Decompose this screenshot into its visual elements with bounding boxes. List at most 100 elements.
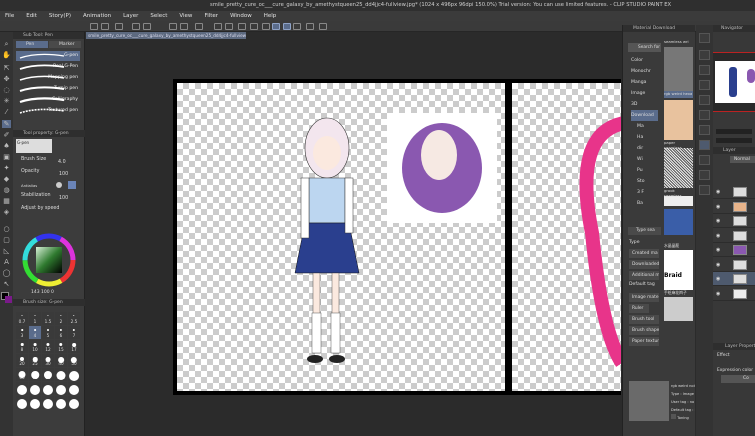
material-tree-item[interactable]: Color bbox=[631, 55, 658, 66]
brush-turnip-pen[interactable]: Turnip pen bbox=[16, 84, 80, 94]
color-wheel[interactable] bbox=[21, 232, 77, 288]
eye-icon[interactable]: ◉ bbox=[716, 291, 720, 297]
brush-size-option[interactable]: 70 bbox=[29, 368, 41, 381]
brush-size-option[interactable]: 0.7 bbox=[16, 312, 28, 325]
layer-row[interactable]: ◉ bbox=[713, 214, 755, 228]
tag-image-material[interactable]: Image mate bbox=[629, 293, 659, 302]
type-created[interactable]: Created ma bbox=[629, 249, 659, 258]
tag-brush-shape[interactable]: Brush shape bbox=[629, 326, 659, 335]
balloon-tool-icon[interactable]: ◯ bbox=[2, 269, 11, 277]
menu-help[interactable]: Help bbox=[264, 13, 277, 19]
eraser-tool-icon[interactable]: ◆ bbox=[2, 175, 11, 183]
fill-icon[interactable] bbox=[214, 23, 222, 30]
brush-size-value[interactable]: 4.0 bbox=[58, 160, 66, 165]
menu-view[interactable]: View bbox=[179, 13, 192, 19]
layer-row[interactable]: ◉ bbox=[713, 258, 755, 272]
brush-size-option[interactable]: 2.5 bbox=[68, 312, 80, 325]
transform-icon[interactable] bbox=[225, 23, 233, 30]
brush-size-option[interactable]: 20 bbox=[16, 354, 28, 367]
menu-select[interactable]: Select bbox=[150, 13, 167, 19]
material-tree-item[interactable]: Download bbox=[631, 110, 658, 121]
material-tree-item[interactable]: Sto bbox=[631, 176, 658, 187]
folder-icon[interactable] bbox=[699, 95, 710, 105]
material-thumb[interactable] bbox=[664, 209, 693, 235]
eyedropper-icon[interactable]: ⁄ bbox=[2, 108, 11, 116]
material-thumb[interactable] bbox=[664, 100, 693, 140]
menu-story[interactable]: Story(P) bbox=[49, 13, 71, 19]
navigator-preview[interactable] bbox=[713, 52, 755, 112]
menu-file[interactable]: File bbox=[5, 13, 14, 19]
eye-icon[interactable]: ◉ bbox=[716, 189, 720, 195]
figure-tool-icon[interactable]: ○ bbox=[2, 225, 11, 233]
snap-ruler-icon[interactable] bbox=[272, 23, 280, 30]
fill-tool-icon[interactable]: ▦ bbox=[2, 197, 11, 205]
layer-row[interactable]: ◉ bbox=[713, 272, 755, 286]
tag-brush-tool[interactable]: Brush tool bbox=[629, 315, 659, 324]
redo-icon[interactable] bbox=[180, 23, 188, 30]
tag-ruler[interactable]: Ruler bbox=[629, 304, 649, 313]
ruler-tool-icon[interactable]: ◺ bbox=[2, 247, 11, 255]
menu-filter[interactable]: Filter bbox=[204, 13, 218, 19]
sub-color-swatch[interactable] bbox=[5, 296, 12, 303]
brush-size-option[interactable]: 40 bbox=[55, 354, 67, 367]
brush-tool-icon[interactable]: ♠ bbox=[2, 142, 11, 150]
tab-pen[interactable]: Pen bbox=[16, 41, 48, 48]
pencil-tool-icon[interactable]: ✐ bbox=[2, 131, 11, 139]
eye-icon[interactable]: ◉ bbox=[716, 247, 720, 253]
canvas-page[interactable] bbox=[173, 79, 509, 395]
material-tree-item[interactable]: Pu bbox=[631, 165, 658, 176]
material-icon[interactable] bbox=[699, 65, 710, 75]
brush-size-option[interactable]: 7 bbox=[68, 326, 80, 339]
brush-size-option[interactable]: 120 bbox=[68, 368, 80, 381]
image-icon[interactable] bbox=[699, 110, 710, 120]
brush-mapping-pen[interactable]: Mapping pen bbox=[16, 73, 80, 83]
eye-icon[interactable]: ◉ bbox=[716, 276, 720, 282]
eye-icon[interactable]: ◉ bbox=[716, 262, 720, 268]
brush-size-option[interactable]: 80 bbox=[42, 368, 54, 381]
brush-size-option[interactable]: 50 bbox=[68, 354, 80, 367]
settings-icon[interactable] bbox=[195, 23, 203, 30]
document-tab[interactable]: smile_pretty_cure_oc___cure_galaxy_by_am… bbox=[86, 32, 246, 39]
brush-size-option[interactable]: 800 bbox=[68, 396, 80, 409]
correct-line-icon[interactable]: ↖ bbox=[2, 280, 11, 288]
material-tree-item[interactable]: Monochr bbox=[631, 66, 658, 77]
help-icon[interactable] bbox=[319, 23, 327, 30]
material-search-button[interactable]: Search for m bbox=[628, 43, 661, 52]
brush-size-option[interactable]: 150 bbox=[16, 382, 28, 395]
menu-icon[interactable] bbox=[90, 23, 98, 30]
canvas-page-2[interactable] bbox=[508, 79, 621, 395]
brush-size-option[interactable]: 700 bbox=[55, 396, 67, 409]
clear-icon[interactable] bbox=[238, 23, 246, 30]
brush-size-option[interactable]: 12 bbox=[42, 340, 54, 353]
type-additional[interactable]: Additional m bbox=[629, 271, 659, 280]
magic-wand-icon[interactable]: ✳ bbox=[2, 97, 11, 105]
brush-size-option[interactable]: 8 bbox=[16, 340, 28, 353]
material-tree-item[interactable]: Ma bbox=[631, 121, 658, 132]
brush-size-option[interactable]: 15 bbox=[55, 340, 67, 353]
type-downloaded[interactable]: Downloaded bbox=[629, 260, 659, 269]
brush-size-option[interactable]: 200 bbox=[42, 382, 54, 395]
zoom-tool-icon[interactable]: ⌕ bbox=[2, 40, 11, 48]
menu-layer[interactable]: Layer bbox=[123, 13, 138, 19]
tablet-icon[interactable] bbox=[306, 23, 314, 30]
folder-icon[interactable] bbox=[699, 155, 710, 165]
material-thumb[interactable]: Braid bbox=[664, 250, 693, 290]
export-icon[interactable] bbox=[143, 23, 151, 30]
rotate-slider[interactable] bbox=[716, 138, 752, 143]
material-icon[interactable] bbox=[699, 50, 710, 60]
folder-icon[interactable] bbox=[699, 170, 710, 180]
brush-size-option[interactable]: 30 bbox=[42, 354, 54, 367]
brush-size-option[interactable]: 170 bbox=[29, 382, 41, 395]
brush-size-option[interactable]: 6 bbox=[55, 326, 67, 339]
material-tree-item[interactable]: Manga bbox=[631, 77, 658, 88]
move-tool-icon[interactable]: ✥ bbox=[2, 75, 11, 83]
airbrush-tool-icon[interactable]: ▣ bbox=[2, 153, 11, 161]
brush-size-option[interactable]: 1 bbox=[29, 312, 41, 325]
stabilization-value[interactable]: 100 bbox=[59, 196, 68, 201]
new-icon[interactable] bbox=[101, 23, 109, 30]
brush-size-option[interactable]: 100 bbox=[55, 368, 67, 381]
antialias-option-selected[interactable] bbox=[68, 181, 76, 189]
menu-window[interactable]: Window bbox=[230, 13, 252, 19]
brush-size-option[interactable]: 4 bbox=[29, 326, 41, 339]
deselect-icon[interactable] bbox=[262, 23, 270, 30]
